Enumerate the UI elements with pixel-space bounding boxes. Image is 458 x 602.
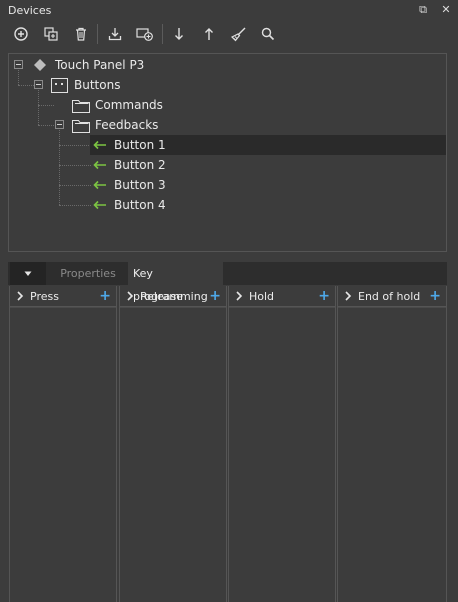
- tree-node-label: Buttons: [74, 78, 121, 92]
- tree-node-touch-panel[interactable]: Touch Panel P3: [31, 55, 144, 75]
- feedback-arrow-icon: [93, 160, 107, 170]
- expand-chevron-icon[interactable]: [120, 291, 140, 301]
- panel-titlebar: Devices ⧉ ✕: [0, 0, 458, 20]
- tree-node-button-3[interactable]: Button 3: [90, 175, 166, 195]
- column-end-of-hold: End of hold +: [337, 286, 447, 602]
- action-list[interactable]: [10, 307, 116, 602]
- import-icon[interactable]: [104, 23, 126, 45]
- diamond-icon: [31, 58, 49, 72]
- collapse-feedbacks-toggle[interactable]: [55, 120, 64, 129]
- float-window-button[interactable]: ⧉: [415, 2, 431, 18]
- tree-node-label: Button 3: [114, 178, 166, 192]
- action-list[interactable]: [229, 307, 335, 602]
- tree-node-commands[interactable]: Commands: [72, 95, 163, 115]
- tree-node-button-1[interactable]: Button 1: [90, 135, 446, 155]
- tab-bar: Properties Key programming: [8, 262, 447, 303]
- duplicate-icon[interactable]: [40, 23, 62, 45]
- close-window-button[interactable]: ✕: [438, 2, 454, 18]
- column-label: Press: [30, 289, 59, 303]
- feedback-arrow-icon: [93, 180, 107, 190]
- tree-node-label: Button 2: [114, 158, 166, 172]
- column-header: Release +: [120, 286, 226, 307]
- action-list[interactable]: [120, 307, 226, 602]
- column-header: Hold +: [229, 286, 335, 307]
- group-icon: [51, 77, 68, 93]
- tree-node-label: Feedbacks: [95, 118, 159, 132]
- panel-title: Devices: [8, 4, 52, 17]
- tree-node-feedbacks[interactable]: Feedbacks: [72, 115, 158, 135]
- add-action-button[interactable]: +: [99, 288, 111, 304]
- column-header: Press +: [10, 286, 116, 307]
- tree-node-buttons[interactable]: Buttons: [51, 75, 120, 95]
- feedback-arrow-icon: [93, 140, 107, 150]
- add-device-icon[interactable]: [134, 23, 156, 45]
- column-header: End of hold +: [338, 286, 446, 307]
- expand-chevron-icon[interactable]: [338, 291, 358, 301]
- move-up-icon[interactable]: [198, 23, 220, 45]
- tree-node-label: Commands: [95, 98, 163, 112]
- delete-icon[interactable]: [70, 23, 92, 45]
- tree-node-button-4[interactable]: Button 4: [90, 195, 166, 215]
- tab-key-programming[interactable]: Key programming: [128, 262, 223, 303]
- chevron-down-icon[interactable]: [10, 262, 46, 285]
- clear-icon[interactable]: [228, 23, 250, 45]
- expand-chevron-icon[interactable]: [10, 291, 30, 301]
- folder-icon: [72, 118, 90, 133]
- column-hold: Hold +: [228, 286, 336, 602]
- column-release: Release +: [119, 286, 227, 602]
- tree-node-label: Button 1: [114, 138, 166, 152]
- expand-chevron-icon[interactable]: [229, 291, 249, 301]
- tab-properties[interactable]: Properties: [48, 262, 128, 285]
- column-label: Release: [140, 289, 183, 303]
- toolbar: [0, 21, 458, 47]
- column-label: End of hold: [358, 289, 421, 303]
- action-list[interactable]: [338, 307, 446, 602]
- column-press: Press +: [9, 286, 117, 602]
- device-tree[interactable]: Touch Panel P3 Buttons Commands Feedback…: [8, 53, 447, 252]
- add-action-button[interactable]: +: [209, 288, 221, 304]
- tree-node-button-2[interactable]: Button 2: [90, 155, 166, 175]
- tree-node-label: Button 4: [114, 198, 166, 212]
- move-down-icon[interactable]: [168, 23, 190, 45]
- column-label: Hold: [249, 289, 275, 303]
- add-icon[interactable]: [10, 23, 32, 45]
- add-action-button[interactable]: +: [318, 288, 330, 304]
- search-icon[interactable]: [257, 23, 279, 45]
- collapse-buttons-toggle[interactable]: [34, 80, 43, 89]
- collapse-root-toggle[interactable]: [14, 60, 23, 69]
- folder-icon: [72, 98, 90, 113]
- tree-node-label: Touch Panel P3: [55, 58, 145, 72]
- add-action-button[interactable]: +: [429, 288, 441, 304]
- feedback-arrow-icon: [93, 200, 107, 210]
- key-programming-grid: Press + Release + Hold + End of hold +: [9, 286, 447, 602]
